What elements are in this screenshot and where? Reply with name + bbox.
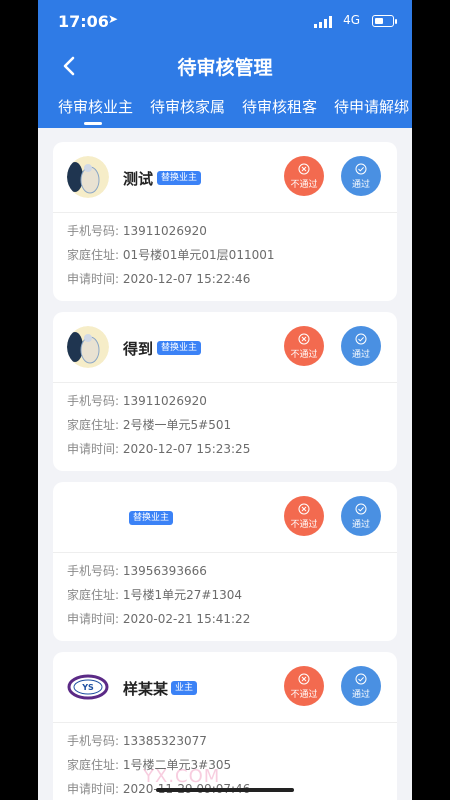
role-badge: 替换业主: [129, 511, 174, 525]
home-indicator[interactable]: [156, 788, 294, 792]
tab-family[interactable]: 待审核家属: [150, 96, 225, 117]
card-header: 测试 替换业主 不通过 通过: [53, 142, 397, 213]
address-label: 家庭住址:: [67, 758, 120, 772]
time-label: 申请时间:: [67, 442, 120, 456]
phone-label: 手机号码:: [67, 224, 120, 238]
pass-label: 通过: [351, 349, 370, 360]
pass-label: 通过: [351, 689, 370, 700]
time-row: 申请时间: 2020-12-07 15:23:25: [67, 437, 383, 461]
reject-label: 不通过: [290, 349, 318, 360]
role-badge: 业主: [171, 681, 198, 695]
card-info: 手机号码: 13911026920 家庭住址: 2号楼一单元5#501 申请时间…: [53, 383, 397, 461]
review-card: 测试 替换业主 不通过 通过 手机号码: 13911026920 家庭住址: 0…: [53, 142, 397, 301]
avatar: [67, 326, 109, 368]
pass-button[interactable]: 通过: [341, 156, 381, 196]
check-circle-icon: [355, 163, 367, 174]
tab-bar: 待审核业主 待审核家属 待审核租客 待申请解绑: [38, 96, 412, 128]
top-bar: 17:06 ➤ 4G 待审核管理 待审核业主 待审核家属 待审核租客 待申请解绑: [38, 0, 412, 128]
svg-text:YS: YS: [81, 683, 94, 692]
pass-button[interactable]: 通过: [341, 496, 381, 536]
address-value: 1号楼1单元27#1304: [122, 588, 243, 602]
card-header: YS 样某某 业主 不通过 通过: [53, 652, 397, 723]
close-circle-icon: [298, 673, 310, 684]
time-row: 申请时间: 2020-02-21 15:41:22: [67, 607, 383, 631]
time-value: 2020-02-21 15:41:22: [122, 612, 251, 626]
phone-row: 手机号码: 13385323077: [67, 729, 383, 753]
address-row: 家庭住址: 2号楼一单元5#501: [67, 413, 383, 437]
reject-label: 不通过: [290, 179, 318, 190]
reject-button[interactable]: 不通过: [284, 156, 324, 196]
applicant-name: 测试: [123, 170, 154, 188]
watermark: YX.COM: [143, 766, 221, 787]
pass-label: 通过: [351, 519, 370, 530]
check-circle-icon: [355, 503, 367, 514]
address-label: 家庭住址:: [67, 588, 120, 602]
card-header: 替换业主 不通过 通过: [53, 482, 397, 553]
address-row: 家庭住址: 1号楼1单元27#1304: [67, 583, 383, 607]
check-circle-icon: [355, 673, 367, 684]
time-label: 申请时间:: [67, 612, 120, 626]
address-row: 家庭住址: 01号楼01单元01层011001: [67, 243, 383, 267]
card-info: 手机号码: 13956393666 家庭住址: 1号楼1单元27#1304 申请…: [53, 553, 397, 631]
applicant-name: 得到: [123, 340, 154, 358]
review-list: 测试 替换业主 不通过 通过 手机号码: 13911026920 家庭住址: 0…: [38, 128, 412, 800]
check-circle-icon: [355, 333, 367, 344]
time-label: 申请时间:: [67, 782, 120, 796]
card-info: 手机号码: 13911026920 家庭住址: 01号楼01单元01层01100…: [53, 213, 397, 291]
card-header: 得到 替换业主 不通过 通过: [53, 312, 397, 383]
address-row: 家庭住址: 1号楼二单元3#305: [67, 753, 383, 777]
page-title: 待审核管理: [177, 57, 273, 79]
avatar: [67, 496, 109, 538]
reject-button[interactable]: 不通过: [284, 496, 324, 536]
address-label: 家庭住址:: [67, 418, 120, 432]
battery-icon: [372, 15, 397, 27]
time-label: 申请时间:: [67, 272, 120, 286]
location-arrow-icon: ➤: [108, 12, 119, 26]
app-screen: 17:06 ➤ 4G 待审核管理 待审核业主 待审核家属 待审核租客 待申请解绑: [38, 0, 412, 800]
status-time: 17:06: [58, 12, 109, 31]
avatar: [67, 156, 109, 198]
reject-button[interactable]: 不通过: [284, 326, 324, 366]
address-value: 01号楼01单元01层011001: [122, 248, 275, 262]
reject-label: 不通过: [290, 689, 318, 700]
review-card: 替换业主 不通过 通过 手机号码: 13956393666 家庭住址: 1号楼1…: [53, 482, 397, 641]
close-circle-icon: [298, 503, 310, 514]
reject-label: 不通过: [290, 519, 318, 530]
phone-value: 13911026920: [122, 394, 207, 408]
avatar: YS: [67, 666, 109, 708]
phone-row: 手机号码: 13911026920: [67, 389, 383, 413]
close-circle-icon: [298, 163, 310, 174]
tab-tenant[interactable]: 待审核租客: [242, 96, 317, 117]
review-card: YS 样某某 业主 不通过 通过 手机号码: 13385323077 家庭住址:…: [53, 652, 397, 800]
tab-unbind[interactable]: 待申请解绑: [334, 96, 409, 117]
address-value: 2号楼一单元5#501: [122, 418, 232, 432]
tab-owner[interactable]: 待审核业主: [58, 96, 133, 125]
role-badge: 替换业主: [157, 341, 202, 355]
phone-label: 手机号码:: [67, 734, 120, 748]
time-value: 2020-12-07 15:23:25: [122, 442, 251, 456]
phone-value: 13911026920: [122, 224, 207, 238]
pass-button[interactable]: 通过: [341, 326, 381, 366]
applicant-name: 样某某: [123, 680, 169, 698]
phone-row: 手机号码: 13911026920: [67, 219, 383, 243]
close-circle-icon: [298, 333, 310, 344]
address-label: 家庭住址:: [67, 248, 120, 262]
status-bar: 17:06 ➤ 4G: [38, 0, 412, 44]
time-row: 申请时间: 2020-12-07 15:22:46: [67, 267, 383, 291]
phone-value: 13956393666: [122, 564, 207, 578]
time-value: 2020-12-07 15:22:46: [122, 272, 251, 286]
signal-icon: [314, 16, 332, 28]
pass-label: 通过: [351, 179, 370, 190]
review-card: 得到 替换业主 不通过 通过 手机号码: 13911026920 家庭住址: 2…: [53, 312, 397, 471]
reject-button[interactable]: 不通过: [284, 666, 324, 706]
pass-button[interactable]: 通过: [341, 666, 381, 706]
phone-label: 手机号码:: [67, 394, 120, 408]
phone-row: 手机号码: 13956393666: [67, 559, 383, 583]
phone-label: 手机号码:: [67, 564, 120, 578]
phone-value: 13385323077: [122, 734, 207, 748]
role-badge: 替换业主: [157, 171, 202, 185]
network-type: 4G: [343, 13, 360, 27]
